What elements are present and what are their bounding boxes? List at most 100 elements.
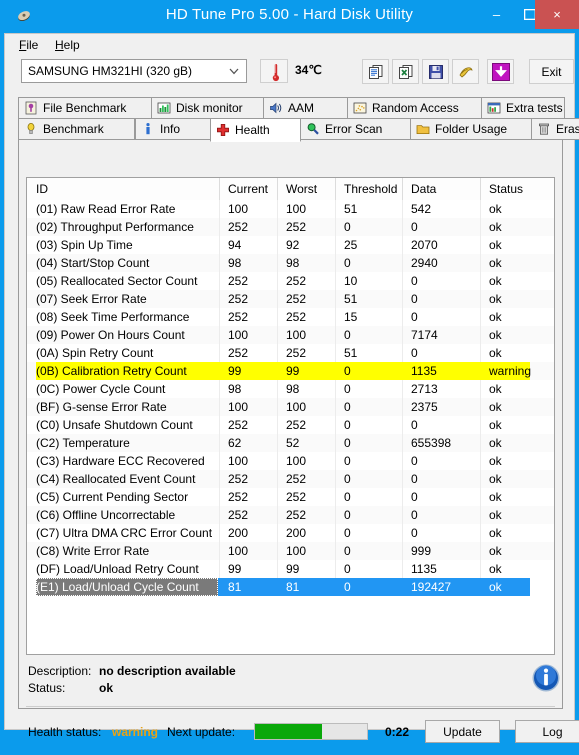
countdown-timer: 0:22 (385, 725, 410, 739)
column-separator (480, 272, 481, 290)
table-row[interactable]: (C6) Offline Uncorrectable 252 252 0 0 ok (27, 506, 554, 524)
cell-id: (C8) Write Error Rate (36, 544, 150, 558)
col-header-id[interactable]: ID (36, 182, 48, 196)
update-button[interactable]: Update (425, 720, 500, 743)
cell-id: (0B) Calibration Retry Count (36, 364, 187, 378)
cell-status: ok (489, 562, 502, 576)
cell-worst: 52 (286, 436, 300, 450)
column-separator (335, 380, 336, 398)
cell-data: 542 (411, 202, 432, 216)
col-divider[interactable] (402, 178, 403, 200)
table-row[interactable]: (C0) Unsafe Shutdown Count 252 252 0 0 ok (27, 416, 554, 434)
cell-worst: 99 (286, 562, 300, 576)
cell-id: (08) Seek Time Performance (36, 310, 190, 324)
cell-threshold: 0 (344, 400, 351, 414)
cell-threshold: 0 (344, 382, 351, 396)
cell-worst: 252 (286, 346, 307, 360)
col-divider[interactable] (335, 178, 336, 200)
cell-id: (C0) Unsafe Shutdown Count (36, 418, 193, 432)
column-separator (335, 434, 336, 452)
col-divider[interactable] (219, 178, 220, 200)
table-row[interactable]: (07) Seek Error Rate 252 252 51 0 ok (27, 290, 554, 308)
tab-aam[interactable]: AAM (263, 97, 348, 119)
menu-help[interactable]: Help (49, 37, 86, 53)
cell-status: ok (489, 436, 502, 450)
log-button[interactable]: Log (515, 720, 579, 743)
table-row[interactable]: (01) Raw Read Error Rate 100 100 51 542 ok (27, 200, 554, 218)
tab-file-benchmark[interactable]: File Benchmark (18, 97, 152, 119)
column-separator (277, 344, 278, 362)
tab-error-scan-label: Error Scan (325, 122, 383, 136)
table-row[interactable]: (05) Reallocated Sector Count 252 252 10 0 ok (27, 272, 554, 290)
table-row[interactable]: (C4) Reallocated Event Count 252 252 0 0 ok (27, 470, 554, 488)
health-cross-icon (215, 122, 231, 138)
description-label: Description: (28, 664, 92, 678)
col-divider[interactable] (554, 178, 555, 200)
exit-button-label: Exit (541, 64, 562, 79)
table-row[interactable]: (03) Spin Up Time 94 92 25 2070 ok (27, 236, 554, 254)
column-separator (402, 470, 403, 488)
table-row[interactable]: (C5) Current Pending Sector 252 252 0 0 ok (27, 488, 554, 506)
cell-data: 2070 (411, 238, 438, 252)
close-button[interactable]: × (535, 0, 579, 29)
cell-current: 100 (228, 202, 249, 216)
table-row[interactable]: (08) Seek Time Performance 252 252 15 0 ok (27, 308, 554, 326)
table-row[interactable]: (04) Start/Stop Count 98 98 0 2940 ok (27, 254, 554, 272)
cell-status: ok (489, 472, 502, 486)
column-separator (402, 434, 403, 452)
column-separator (219, 542, 220, 560)
download-button[interactable] (487, 59, 514, 84)
disk-monitor-icon (156, 100, 172, 116)
table-row[interactable]: (02) Throughput Performance 252 252 0 0 ok (27, 218, 554, 236)
cell-data: 0 (411, 490, 418, 504)
cell-threshold: 0 (344, 436, 351, 450)
smart-table[interactable]: ID Current Worst Threshold Data Status (… (26, 177, 555, 655)
table-row[interactable]: (0C) Power Cycle Count 98 98 0 2713 ok (27, 380, 554, 398)
settings-button[interactable] (452, 59, 479, 84)
chevron-down-icon[interactable] (223, 61, 245, 81)
copy-excel-button[interactable] (392, 59, 419, 84)
menu-file[interactable]: File (13, 37, 44, 53)
column-separator (277, 506, 278, 524)
col-header-status[interactable]: Status (489, 182, 523, 196)
table-row[interactable]: (E1) Load/Unload Cycle Count 81 81 0 192427 o… (27, 578, 554, 596)
table-row[interactable]: (C7) Ultra DMA CRC Error Count 200 200 0 0 ok (27, 524, 554, 542)
tab-error-scan[interactable]: Error Scan (300, 118, 411, 140)
table-row[interactable]: (C3) Hardware ECC Recovered 100 100 0 0 ok (27, 452, 554, 470)
column-separator (402, 380, 403, 398)
cell-current: 98 (228, 382, 242, 396)
col-divider[interactable] (277, 178, 278, 200)
tab-folder-usage[interactable]: Folder Usage (410, 118, 532, 140)
exit-button[interactable]: Exit (529, 59, 574, 84)
table-row[interactable]: (C8) Write Error Rate 100 100 0 999 ok (27, 542, 554, 560)
column-separator (335, 470, 336, 488)
table-row[interactable]: (0B) Calibration Retry Count 99 99 0 1135 war… (27, 362, 554, 380)
table-row[interactable]: (09) Power On Hours Count 100 100 0 7174 ok (27, 326, 554, 344)
column-separator (219, 218, 220, 236)
tab-health[interactable]: Health (210, 118, 301, 142)
tab-disk-monitor[interactable]: Disk monitor (151, 97, 264, 119)
column-separator (277, 308, 278, 326)
col-header-data[interactable]: Data (411, 182, 436, 196)
table-row[interactable]: (DF) Load/Unload Retry Count 99 99 0 1135 ok (27, 560, 554, 578)
cell-current: 99 (228, 364, 242, 378)
col-header-current[interactable]: Current (228, 182, 268, 196)
col-divider[interactable] (480, 178, 481, 200)
column-separator (335, 272, 336, 290)
tab-benchmark[interactable]: Benchmark (18, 118, 135, 140)
save-button[interactable] (422, 59, 449, 84)
table-row[interactable]: (0A) Spin Retry Count 252 252 51 0 ok (27, 344, 554, 362)
tab-info[interactable]: Info (135, 118, 211, 140)
tab-random-access[interactable]: Random Access (347, 97, 482, 119)
table-row[interactable]: (BF) G-sense Error Rate 100 100 0 2375 ok (27, 398, 554, 416)
tab-extra-tests[interactable]: Extra tests (481, 97, 565, 119)
table-row[interactable]: (C2) Temperature 62 52 0 655398 ok (27, 434, 554, 452)
col-header-worst[interactable]: Worst (286, 182, 317, 196)
col-header-threshold[interactable]: Threshold (344, 182, 397, 196)
column-separator (277, 416, 278, 434)
information-icon (531, 663, 561, 693)
copy-button[interactable] (362, 59, 389, 84)
tab-erase[interactable]: Erase (531, 118, 579, 140)
column-separator (277, 200, 278, 218)
drive-select[interactable]: SAMSUNG HM321HI (320 gB) (21, 59, 247, 83)
